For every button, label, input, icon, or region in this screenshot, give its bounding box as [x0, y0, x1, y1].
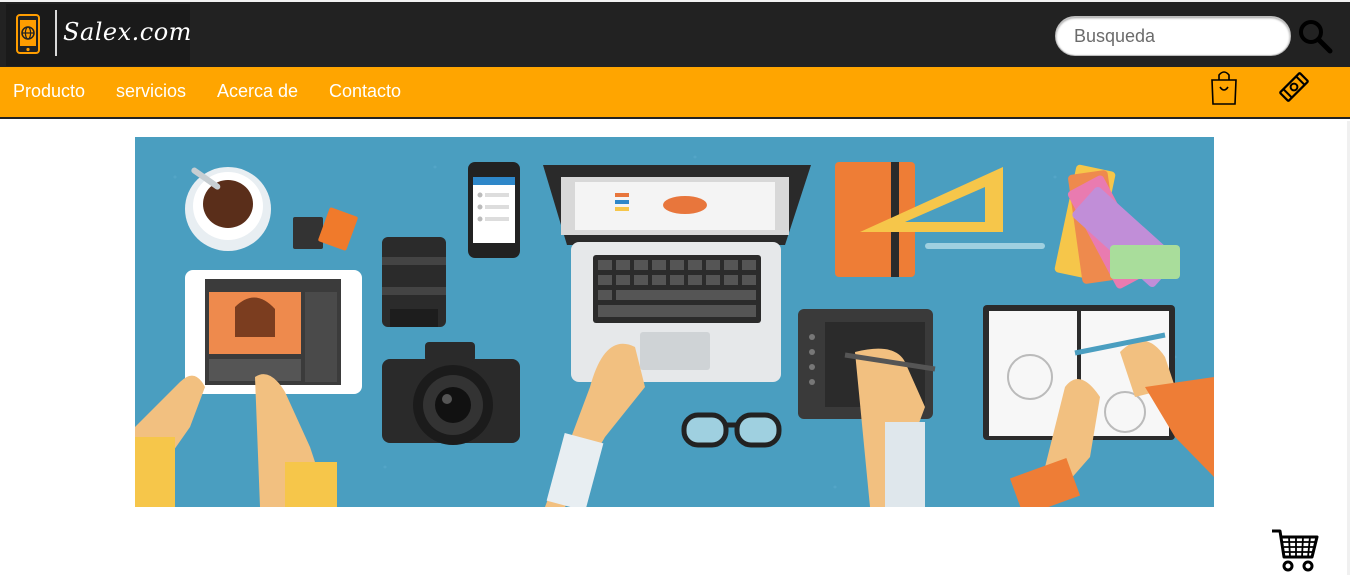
shopping-cart-icon[interactable] — [1270, 525, 1320, 573]
main-nav: Producto servicios Acerca de Contacto — [0, 67, 1350, 119]
coffee-cup — [185, 167, 271, 251]
nav-item-producto[interactable]: Producto — [13, 81, 85, 102]
search-icon[interactable] — [1297, 18, 1333, 54]
shopping-bag-icon[interactable] — [1208, 68, 1240, 106]
nav-item-contacto[interactable]: Contacto — [329, 81, 401, 102]
tablet — [185, 270, 362, 394]
nav-item-servicios[interactable]: servicios — [116, 81, 186, 102]
logo-divider — [55, 10, 57, 56]
brand-logo[interactable]: Salex.com — [6, 4, 192, 66]
hero-banner — [135, 137, 1214, 507]
tag-icon[interactable] — [1276, 69, 1312, 105]
brand-name: Salex.com — [63, 18, 192, 46]
workspace-illustration — [135, 137, 1214, 507]
top-header: Salex.com — [0, 0, 1350, 67]
laptop — [543, 165, 811, 382]
phone-globe-icon — [16, 14, 40, 54]
nav-item-acerca-de[interactable]: Acerca de — [217, 81, 298, 102]
search-input[interactable] — [1055, 16, 1291, 56]
camera-lens — [382, 237, 446, 327]
smartphone — [468, 162, 520, 258]
page: Salex.com Producto servicios Acerca de C… — [0, 0, 1350, 575]
